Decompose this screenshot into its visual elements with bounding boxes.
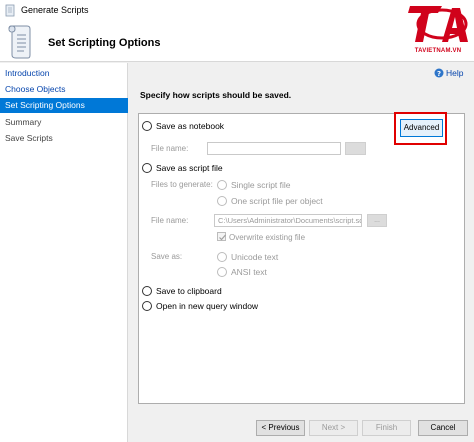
checkmark-icon [219, 234, 226, 241]
open-in-query-window-radio[interactable]: Open in new query window [142, 300, 282, 312]
logo-text: TAVIETNAM.VN [414, 48, 462, 54]
advanced-button[interactable]: Advanced [400, 119, 443, 137]
save-to-clipboard-radio[interactable]: Save to clipboard [142, 285, 262, 297]
next-button[interactable]: Next > [309, 420, 358, 436]
sidebar-item-choose-objects[interactable]: Choose Objects [0, 82, 128, 97]
site-logo: TAVIETNAM.VN [402, 2, 474, 60]
scroll-icon [5, 4, 15, 17]
one-file-per-object-radio[interactable]: One script file per object [217, 195, 337, 207]
save-as-notebook-radio[interactable]: Save as notebook [142, 120, 262, 132]
notebook-file-name-label: File name: [151, 144, 189, 153]
files-to-generate-label: Files to generate: [151, 180, 213, 189]
script-file-name-label: File name: [151, 216, 189, 225]
radio-button[interactable] [217, 196, 227, 206]
radio-button[interactable] [142, 163, 152, 173]
notebook-file-name-input[interactable] [207, 142, 341, 155]
finish-button[interactable]: Finish [362, 420, 411, 436]
radio-button[interactable] [217, 267, 227, 277]
previous-button[interactable]: < Previous [256, 420, 305, 436]
sidebar-item-summary: Summary [5, 117, 42, 127]
script-scroll-icon [8, 25, 31, 59]
sidebar-item-set-scripting-options[interactable]: Set Scripting Options [0, 98, 128, 113]
sidebar-item-introduction[interactable]: Introduction [0, 66, 128, 81]
cancel-button[interactable]: Cancel [418, 420, 468, 436]
sidebar-item-save-scripts: Save Scripts [5, 133, 53, 143]
radio-button[interactable] [217, 252, 227, 262]
ansi-text-radio[interactable]: ANSI text [217, 266, 307, 278]
help-link[interactable]: ? Help [434, 67, 463, 79]
page-title: Set Scripting Options [48, 37, 161, 49]
instruction-text: Specify how scripts should be saved. [140, 90, 292, 100]
svg-text:?: ? [437, 70, 441, 78]
radio-button[interactable] [142, 301, 152, 311]
help-icon: ? [434, 68, 444, 78]
script-file-name-input[interactable]: C:\Users\Administrator\Documents\script.… [214, 214, 362, 227]
logo-mark-icon [408, 6, 468, 42]
radio-button[interactable] [142, 121, 152, 131]
unicode-text-radio[interactable]: Unicode text [217, 251, 307, 263]
overwrite-existing-label: Overwrite existing file [229, 233, 306, 242]
help-label: Help [446, 68, 464, 78]
wizard-steps-sidebar: Introduction Choose Objects Set Scriptin… [0, 63, 128, 442]
window-title: Generate Scripts [21, 5, 89, 15]
radio-button[interactable] [217, 180, 227, 190]
save-as-script-file-radio[interactable]: Save as script file [142, 162, 262, 174]
overwrite-existing-checkbox[interactable] [217, 232, 226, 241]
script-browse-button[interactable]: ... [367, 214, 387, 227]
radio-button[interactable] [142, 286, 152, 296]
notebook-browse-button[interactable] [345, 142, 366, 155]
single-script-file-radio[interactable]: Single script file [217, 179, 317, 191]
save-as-label: Save as: [151, 252, 183, 261]
